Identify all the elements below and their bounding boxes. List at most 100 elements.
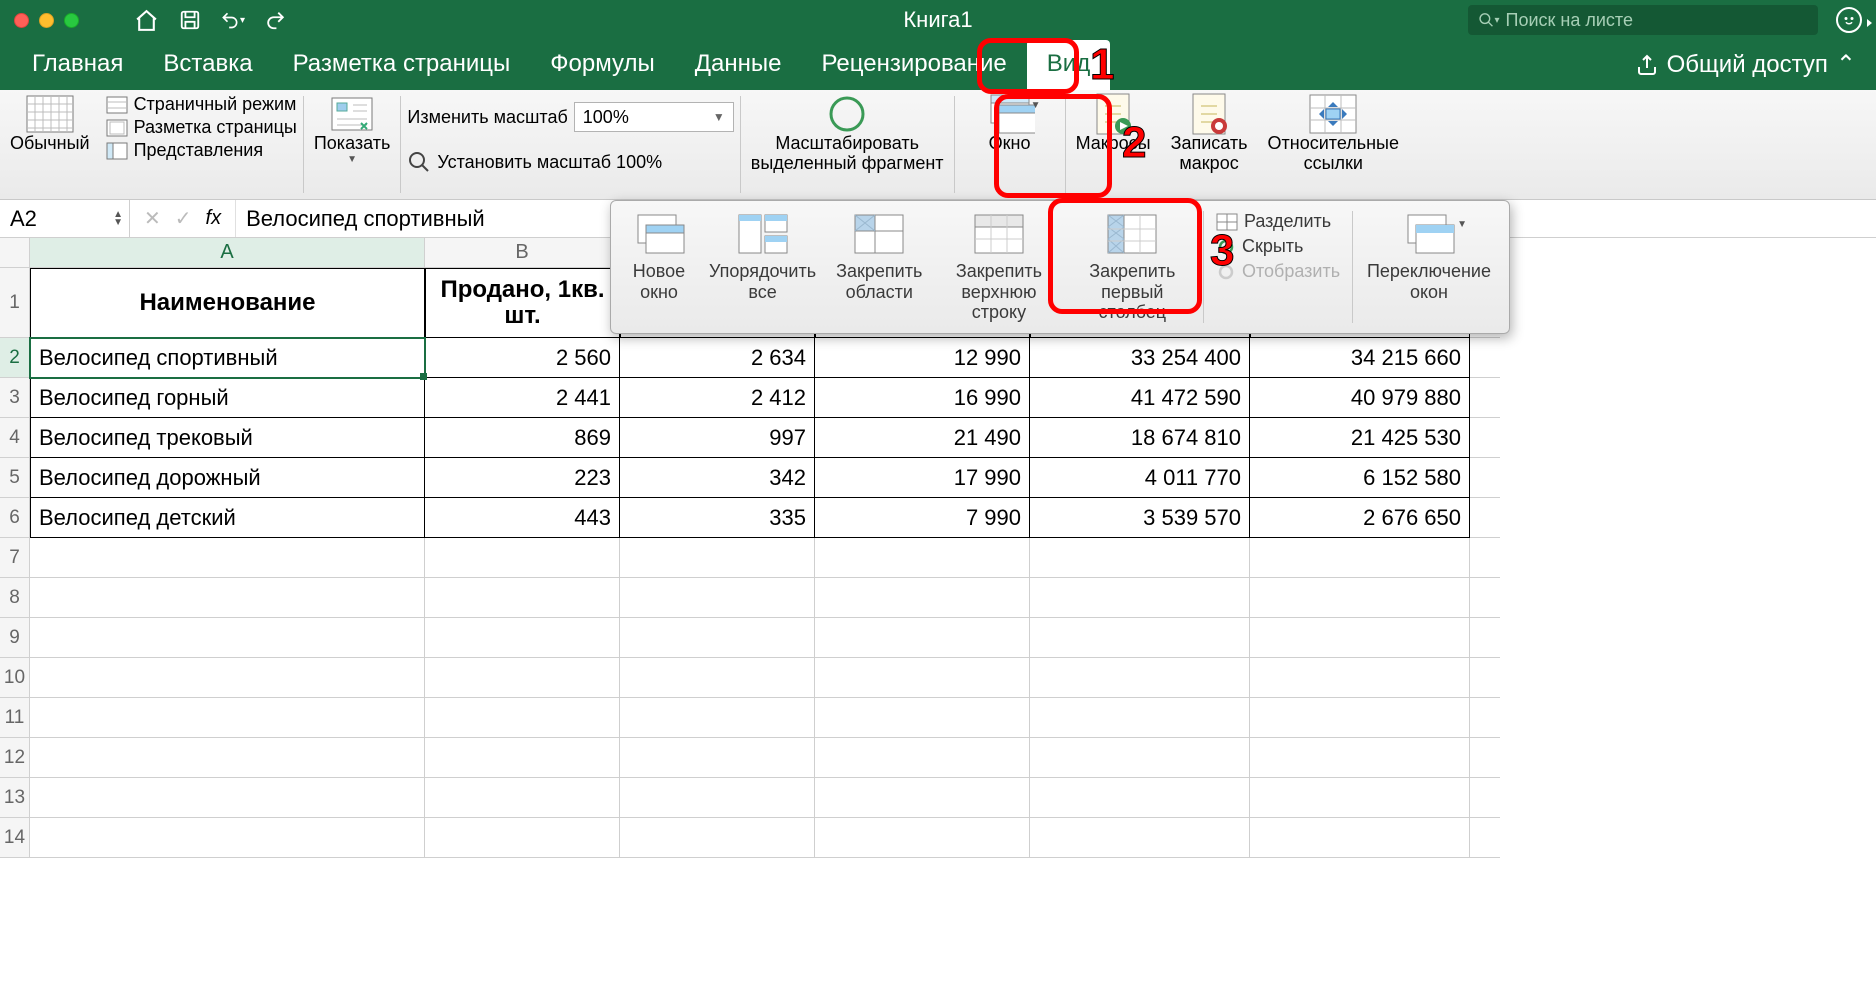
namebox-spinner-icon[interactable]: ▲▼	[113, 211, 123, 227]
cell[interactable]	[815, 538, 1030, 578]
cell[interactable]	[30, 618, 425, 658]
cell[interactable]: 17 990	[815, 458, 1030, 498]
custom-views-button[interactable]: Представления	[106, 140, 264, 161]
cell[interactable]	[1030, 538, 1250, 578]
zoom-100-button[interactable]: Установить масштаб 100%	[407, 150, 662, 174]
cell[interactable]: 21 425 530	[1250, 418, 1470, 458]
cell[interactable]	[620, 738, 815, 778]
cell[interactable]	[1250, 738, 1470, 778]
cell[interactable]	[1250, 778, 1470, 818]
redo-icon[interactable]	[263, 8, 288, 33]
cell[interactable]: Велосипед горный	[30, 378, 425, 418]
tab-insert[interactable]: Вставка	[143, 40, 272, 90]
cell[interactable]	[425, 738, 620, 778]
view-normal-button[interactable]: Обычный	[0, 90, 100, 199]
share-button[interactable]: Общий доступ ⌃	[1635, 50, 1856, 79]
row-header[interactable]: 12	[0, 738, 30, 778]
row-header[interactable]: 14	[0, 818, 30, 858]
cell[interactable]	[815, 738, 1030, 778]
home-icon[interactable]	[134, 8, 159, 33]
cell[interactable]	[1250, 578, 1470, 618]
cell[interactable]	[1030, 658, 1250, 698]
cell[interactable]: 2 634	[620, 338, 815, 378]
undo-icon[interactable]: ▾	[220, 8, 245, 33]
row-header[interactable]: 5	[0, 458, 30, 498]
cell[interactable]	[425, 618, 620, 658]
row-header[interactable]: 3	[0, 378, 30, 418]
cell[interactable]	[1250, 658, 1470, 698]
cell[interactable]	[425, 698, 620, 738]
cell[interactable]: 16 990	[815, 378, 1030, 418]
cell[interactable]	[620, 578, 815, 618]
cell[interactable]	[620, 778, 815, 818]
cell[interactable]	[620, 618, 815, 658]
freeze-panes-button[interactable]: Закрепитьобласти	[826, 207, 932, 327]
cell[interactable]	[1250, 818, 1470, 858]
cell[interactable]	[815, 818, 1030, 858]
switch-windows-button[interactable]: ▼ Переключениеокон	[1357, 207, 1501, 327]
row-header[interactable]: 6	[0, 498, 30, 538]
cell[interactable]: 40 979 880	[1250, 378, 1470, 418]
page-layout-button[interactable]: Разметка страницы	[106, 117, 297, 138]
cell[interactable]: 2 560	[425, 338, 620, 378]
cell[interactable]	[620, 658, 815, 698]
row-header[interactable]: 7	[0, 538, 30, 578]
cell[interactable]: 34 215 660	[1250, 338, 1470, 378]
cell[interactable]	[30, 658, 425, 698]
cell[interactable]: 223	[425, 458, 620, 498]
cell[interactable]: 2 441	[425, 378, 620, 418]
cell[interactable]	[1030, 698, 1250, 738]
cell[interactable]: 6 152 580	[1250, 458, 1470, 498]
cell[interactable]	[425, 658, 620, 698]
record-macro-button[interactable]: Записать макрос	[1161, 90, 1258, 199]
row-header[interactable]: 8	[0, 578, 30, 618]
header-cell[interactable]: Наименование	[30, 268, 425, 338]
cell[interactable]	[425, 538, 620, 578]
cell[interactable]	[30, 738, 425, 778]
cell[interactable]: Велосипед трековый	[30, 418, 425, 458]
row-header[interactable]: 13	[0, 778, 30, 818]
cell[interactable]	[30, 818, 425, 858]
cell[interactable]	[1250, 538, 1470, 578]
freeze-first-column-button[interactable]: Закрепитьпервый столбец	[1066, 207, 1200, 327]
tab-review[interactable]: Рецензирование	[801, 40, 1026, 90]
row-header[interactable]: 2	[0, 338, 30, 378]
cell[interactable]: 3 539 570	[1030, 498, 1250, 538]
freeze-top-row-button[interactable]: Закрепитьверхнюю строку	[932, 207, 1065, 327]
cell[interactable]	[30, 578, 425, 618]
cell[interactable]	[1250, 618, 1470, 658]
cell[interactable]: 21 490	[815, 418, 1030, 458]
window-menu-button[interactable]: ▼ Окно	[955, 90, 1065, 199]
tab-data[interactable]: Данные	[675, 40, 802, 90]
cell[interactable]	[620, 538, 815, 578]
cell[interactable]	[425, 578, 620, 618]
hide-button[interactable]: Скрыть	[1216, 236, 1340, 257]
cell[interactable]	[815, 618, 1030, 658]
split-button[interactable]: Разделить	[1216, 211, 1340, 232]
cell[interactable]: 342	[620, 458, 815, 498]
cell[interactable]	[1030, 778, 1250, 818]
cell[interactable]	[30, 778, 425, 818]
name-box[interactable]: A2 ▲▼	[0, 200, 130, 237]
cell[interactable]: Велосипед дорожный	[30, 458, 425, 498]
header-cell[interactable]: Продано, 1кв. шт.	[425, 268, 620, 338]
row-header[interactable]: 4	[0, 418, 30, 458]
search-box[interactable]: ▾	[1468, 5, 1818, 35]
cell[interactable]: 18 674 810	[1030, 418, 1250, 458]
feedback-icon[interactable]	[1836, 7, 1862, 33]
row-header[interactable]: 10	[0, 658, 30, 698]
zoom-to-selection-button[interactable]: Масштабировать выделенный фрагмент	[741, 90, 954, 199]
zoom-dropdown[interactable]: 100%▼	[574, 102, 734, 132]
cell[interactable]	[815, 698, 1030, 738]
cell[interactable]	[1030, 618, 1250, 658]
row-header[interactable]: 9	[0, 618, 30, 658]
select-all-corner[interactable]	[0, 238, 30, 268]
save-icon[interactable]	[177, 8, 202, 33]
cell[interactable]: 4 011 770	[1030, 458, 1250, 498]
cell[interactable]	[1030, 818, 1250, 858]
cell[interactable]: 335	[620, 498, 815, 538]
cell[interactable]	[815, 778, 1030, 818]
col-header-a[interactable]: A	[30, 238, 425, 268]
cell[interactable]	[1250, 698, 1470, 738]
cell[interactable]: 869	[425, 418, 620, 458]
